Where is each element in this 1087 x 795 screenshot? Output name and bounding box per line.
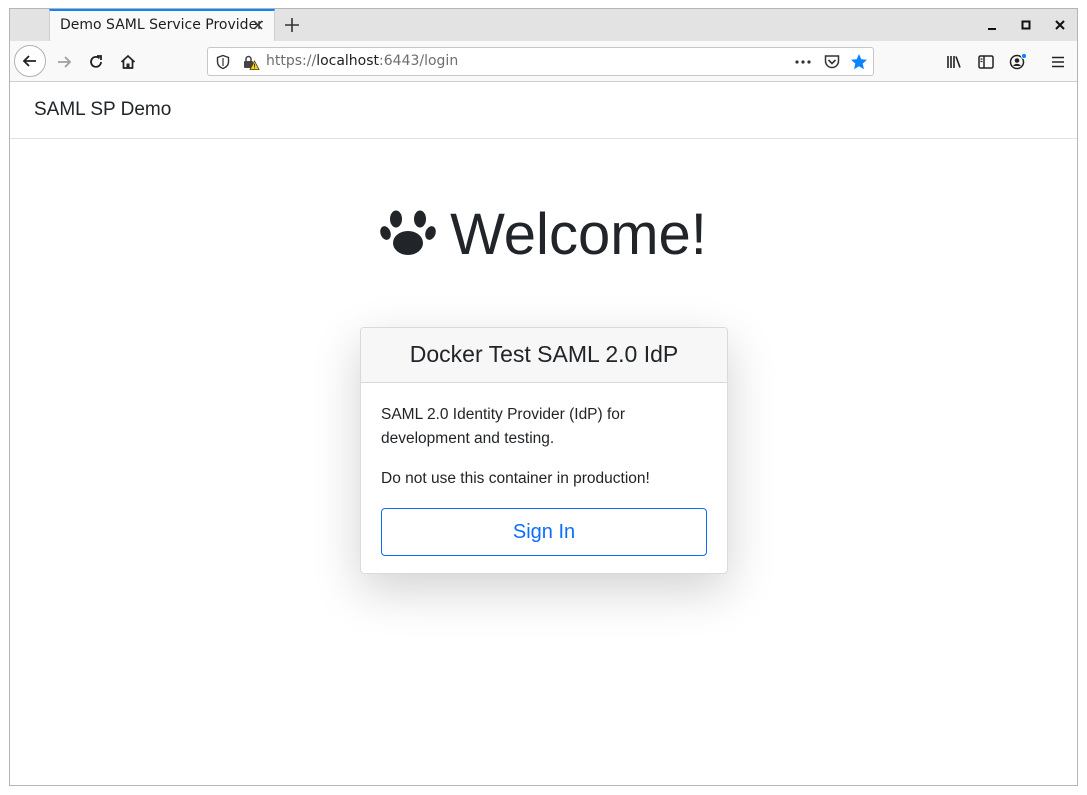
back-arrow-icon [22, 55, 36, 67]
tab-title: Demo SAML Service Provider [60, 17, 263, 33]
card-description: SAML 2.0 Identity Provider (IdP) for dev… [381, 406, 626, 447]
url-text: https://localhost:6443/login [266, 53, 458, 69]
card-title: Docker Test SAML 2.0 IdP [361, 328, 727, 383]
bookmark-star-icon[interactable] [850, 53, 868, 71]
address-bar[interactable]: https://localhost:6443/login [207, 47, 874, 76]
back-button[interactable] [14, 45, 46, 77]
sign-in-button[interactable]: Sign In [381, 508, 707, 556]
maximize-icon[interactable] [1019, 18, 1033, 32]
card-warning: Do not use this container in production! [381, 470, 650, 487]
site-navbar: SAML SP Demo [10, 82, 1077, 139]
card-body: SAML 2.0 Identity Provider (IdP) for dev… [361, 383, 727, 573]
forward-arrow-icon[interactable] [55, 53, 73, 71]
welcome-text: Welcome! [450, 202, 707, 267]
new-tab-icon[interactable] [282, 15, 302, 35]
page-content: SAML SP Demo Welcome! Docker Test SAML 2… [10, 82, 1077, 785]
site-brand[interactable]: SAML SP Demo [34, 99, 171, 121]
home-icon[interactable] [119, 53, 137, 71]
menu-icon[interactable] [1049, 53, 1067, 71]
tracking-shield-icon[interactable] [215, 54, 231, 70]
tab-strip: Demo SAML Service Provider [10, 9, 1077, 41]
close-tab-icon[interactable] [250, 17, 266, 33]
account-icon[interactable] [1009, 53, 1027, 71]
insecure-lock-warning-icon[interactable] [242, 54, 260, 71]
page-actions-icon[interactable] [794, 54, 812, 70]
idp-card: Docker Test SAML 2.0 IdP SAML 2.0 Identi… [360, 327, 728, 574]
close-window-icon[interactable] [1053, 18, 1067, 32]
library-icon[interactable] [945, 53, 963, 71]
browser-window: Demo SAML Service Provider https://local… [9, 8, 1078, 786]
pocket-icon[interactable] [823, 53, 841, 71]
reload-icon[interactable] [87, 53, 105, 71]
paw-icon [380, 210, 436, 255]
browser-tab[interactable]: Demo SAML Service Provider [49, 9, 275, 41]
url-path: :6443/login [379, 53, 459, 69]
sidebar-icon[interactable] [977, 53, 995, 71]
url-scheme: https:// [266, 53, 317, 69]
navigation-toolbar: https://localhost:6443/login [10, 41, 1077, 82]
url-host: localhost [316, 53, 380, 69]
welcome-heading: Welcome! [10, 200, 1077, 270]
minimize-icon[interactable] [985, 18, 999, 32]
